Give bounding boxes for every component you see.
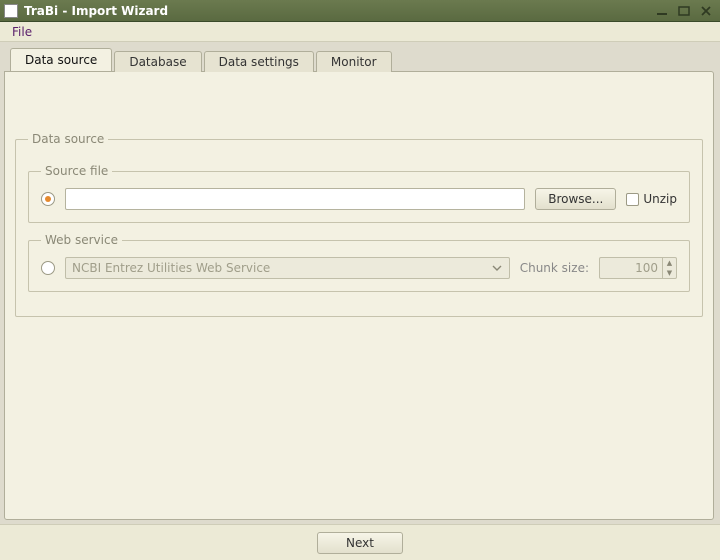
group-web-service: Web service NCBI Entrez Utilities Web Se… — [28, 233, 690, 292]
unzip-checkbox[interactable]: Unzip — [626, 192, 677, 206]
titlebar: TraBi - Import Wizard — [0, 0, 720, 22]
tab-database[interactable]: Database — [114, 51, 201, 72]
tab-data-source[interactable]: Data source — [10, 48, 112, 71]
source-file-input[interactable] — [65, 188, 525, 210]
window-title: TraBi - Import Wizard — [24, 4, 650, 18]
web-service-combo-value: NCBI Entrez Utilities Web Service — [72, 261, 270, 275]
group-data-source-legend: Data source — [28, 132, 108, 146]
menu-file[interactable]: File — [6, 23, 38, 41]
radio-source-file[interactable] — [41, 192, 55, 206]
web-service-combo: NCBI Entrez Utilities Web Service — [65, 257, 510, 279]
group-data-source: Data source Source file Browse... Unzip … — [15, 132, 703, 317]
spin-up-icon: ▲ — [663, 258, 676, 268]
tab-data-settings[interactable]: Data settings — [204, 51, 314, 72]
group-web-service-legend: Web service — [41, 233, 122, 247]
chunk-size-label: Chunk size: — [520, 261, 589, 275]
content-area: Data source Database Data settings Monit… — [0, 42, 720, 524]
chevron-down-icon — [489, 260, 505, 276]
tabstrip: Data source Database Data settings Monit… — [4, 48, 716, 71]
maximize-icon[interactable] — [674, 3, 694, 19]
browse-button[interactable]: Browse... — [535, 188, 616, 210]
menubar: File — [0, 22, 720, 42]
group-source-file: Source file Browse... Unzip — [28, 164, 690, 223]
spin-down-icon: ▼ — [663, 268, 676, 278]
chunk-size-spinner: 100 ▲ ▼ — [599, 257, 677, 279]
footer: Next — [0, 524, 720, 560]
radio-web-service[interactable] — [41, 261, 55, 275]
unzip-label: Unzip — [643, 192, 677, 206]
minimize-icon[interactable] — [652, 3, 672, 19]
app-icon — [4, 4, 18, 18]
next-button[interactable]: Next — [317, 532, 403, 554]
group-source-file-legend: Source file — [41, 164, 112, 178]
tabpanel-data-source: Data source Source file Browse... Unzip … — [4, 71, 714, 520]
tab-monitor[interactable]: Monitor — [316, 51, 392, 72]
chunk-size-value: 100 — [600, 261, 662, 275]
close-icon[interactable] — [696, 3, 716, 19]
